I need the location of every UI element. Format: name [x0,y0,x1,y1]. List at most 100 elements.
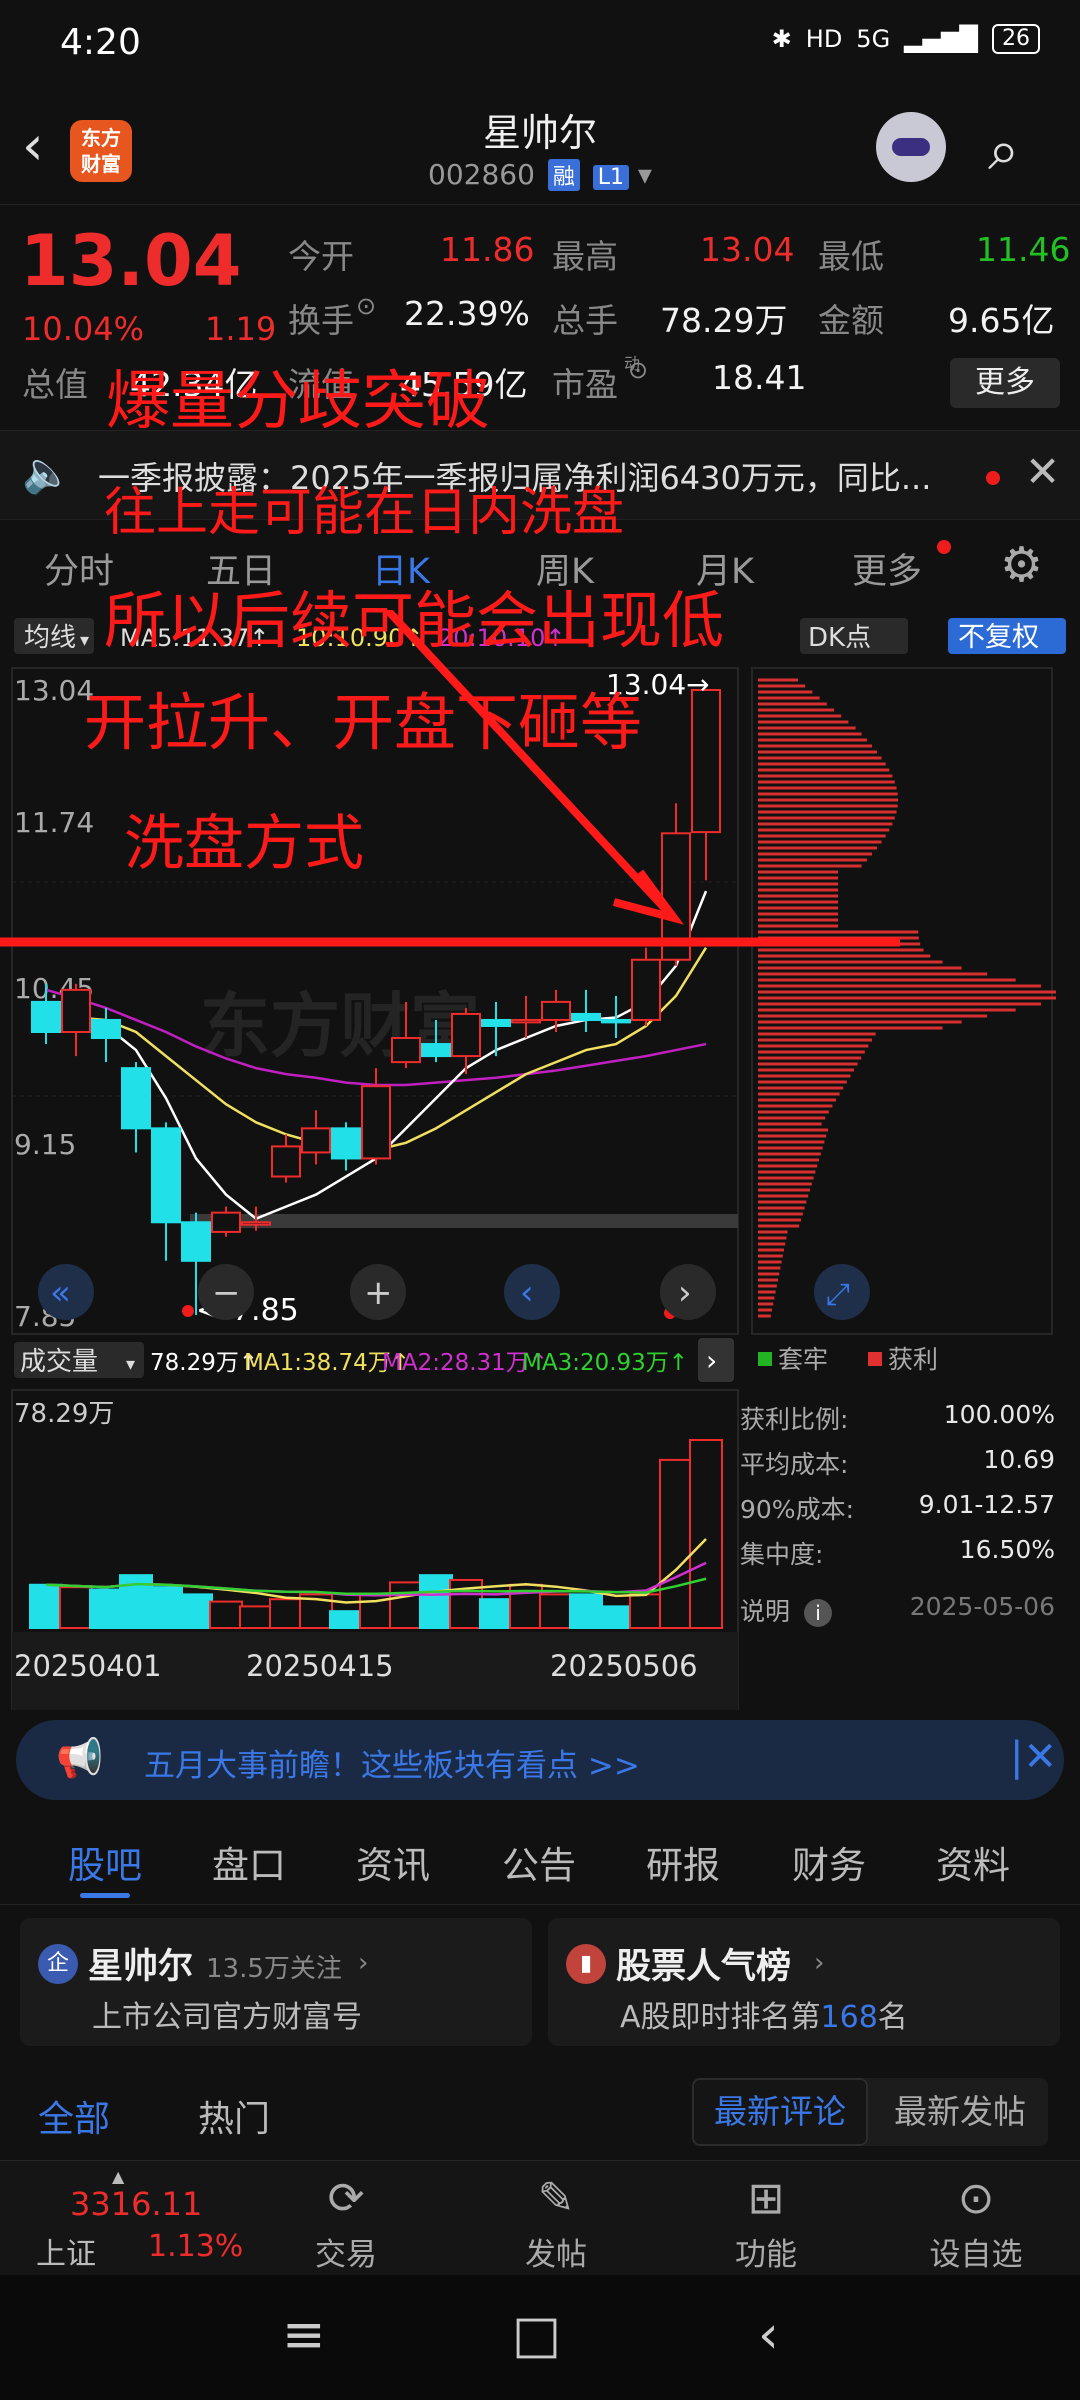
search-icon[interactable]: ⌕ [988,118,1019,184]
candle [481,1018,511,1027]
menu-icon[interactable]: ≡ [282,2305,326,2365]
close-icon[interactable]: |✕ [1010,1734,1057,1780]
filter-all[interactable]: 全部 [38,2090,110,2142]
tab-research[interactable]: 研报 [646,1835,720,1889]
zoom-out-button[interactable]: − [198,1264,254,1320]
ma-indicator-select[interactable]: 均线 [24,623,76,653]
notice-bar[interactable]: 🔈 一季报披露：2025年一季报归属净利润6430万元，同比... ✕ [0,430,1080,520]
index-value[interactable]: 3316.11 [70,2185,202,2223]
tab-forum[interactable]: 股吧 [68,1835,142,1889]
volume-value-label: 78.29万↑ [150,1350,258,1376]
popularity-card[interactable]: ▮ 股票人气榜 › A股即时排名第168名 [548,1918,1060,2046]
candle [91,1018,121,1040]
candle [331,1127,361,1160]
volume-bar [539,1593,573,1630]
info-icon[interactable]: ⊙ [356,292,376,320]
candle [391,1037,421,1064]
sort-latest-comment[interactable]: 最新评论 [692,2078,868,2146]
volume-ma3: MA3:20.93万↑ [522,1350,688,1376]
tab-weekly-k[interactable]: 周K [536,543,594,594]
index-name[interactable]: 上证 [36,2229,96,2273]
stock-header: ‹ 东方 财富 星帅尔 002860 融 L1 ▾ ⌕ [0,90,1080,205]
more-icon: ⊙ [957,2173,995,2224]
date-tick-3: 20250506 [550,1649,698,1683]
volume-bar [569,1593,603,1630]
chevron-right-icon: › [358,1948,369,1978]
active-tab-indicator [80,1893,130,1898]
pe-value: 18.41 [712,358,807,397]
dropdown-icon[interactable]: ▾ [638,158,652,191]
info-icon[interactable]: i [803,1599,832,1627]
candle [451,1012,481,1058]
scroll-right-button[interactable]: › [660,1264,716,1320]
volume-bar [179,1593,213,1630]
tab-more-dot [937,540,951,554]
svg-text:⤢: ⤢ [826,1277,850,1312]
candle [511,1018,541,1024]
close-icon[interactable]: ✕ [1025,447,1060,496]
expand-icon[interactable]: ⤢ [814,1264,870,1320]
pe-sup: 动 [624,354,641,373]
ma5-label: MA5:11.37↑ [120,624,269,652]
promo-text[interactable]: 五月大事前瞻！这些板块有看点 >> [144,1740,640,1785]
tab-five-day[interactable]: 五日 [206,543,276,594]
date-tick-2: 20250415 [246,1649,394,1683]
dk-select[interactable]: DK点 [808,623,871,653]
caret-up-icon: ▲ [112,2167,125,2186]
low-dot [182,1305,194,1317]
restore-button[interactable]: 不复权 [958,622,1039,653]
tab-announcements[interactable]: 公告 [502,1835,576,1889]
zoom-in-button[interactable]: + [350,1264,406,1320]
pe-label: 市盈 [552,365,618,404]
home-icon[interactable]: □ [512,2305,561,2365]
speaker-icon: 🔈 [22,450,72,496]
volume-bar [689,1439,723,1629]
tab-orderbook[interactable]: 盘口 [212,1835,286,1889]
support-band [190,1214,738,1228]
chart-tabs: 分时 五日 日K 周K 月K 更多 ⚙ [0,525,1080,605]
scroll-left-fast-button[interactable]: « [38,1264,94,1320]
amount-label: 金额 [818,301,884,340]
trade-icon: ⟳ [327,2173,365,2224]
scroll-left-button[interactable]: ‹ [504,1264,560,1320]
gear-icon[interactable]: ⚙ [1000,537,1043,593]
system-navigation: ≡ □ ‹ [0,2275,1080,2400]
volume-indicator-select[interactable]: 成交量 [20,1347,98,1377]
change-percent: 10.04% [22,310,145,348]
distribution-date: 2025-05-06 [909,1592,1055,1621]
notice-dot [986,471,1000,485]
company-account-card[interactable]: 企 星帅尔 13.5万关注 › 上市公司官方财富号 [20,1918,532,2046]
nav-trade[interactable]: ⟳ 交易 [276,2173,416,2274]
volume-bar [659,1458,693,1629]
tab-more[interactable]: 更多 [852,543,922,594]
content-tabs: 股吧 盘口 资讯 公告 研报 财务 资料 [0,1815,1080,1905]
svg-text:+: + [364,1273,393,1313]
open-value: 11.86 [440,230,535,269]
ma20-label: 20:10.10↑ [438,624,565,652]
candle [541,1000,571,1021]
tab-profile[interactable]: 资料 [936,1835,1010,1889]
nav-functions[interactable]: ⊞ 功能 [696,2173,836,2274]
sort-latest-post[interactable]: 最新发帖 [872,2078,1048,2146]
nav-post[interactable]: ✎ 发帖 [486,2173,626,2274]
amount-value: 9.65亿 [948,301,1055,340]
tab-financials[interactable]: 财务 [792,1835,866,1889]
tab-intraday[interactable]: 分时 [44,543,114,594]
popularity-card-desc: A股即时排名第168名 [620,2000,908,2035]
nav-add-watchlist[interactable]: ⊙ 设自选 [906,2173,1046,2274]
candle [421,1043,451,1058]
more-button[interactable]: 更多 [950,358,1060,408]
candle [691,689,721,834]
filter-hot[interactable]: 热门 [198,2090,270,2142]
tab-daily-k[interactable]: 日K [372,543,430,594]
robot-assistant-icon[interactable] [876,112,946,182]
notice-text[interactable]: 一季报披露：2025年一季报归属净利润6430万元，同比... [98,453,931,499]
stat-row: 平均成本: 10.69 [740,1445,1055,1479]
float-value: 45.59亿 [400,365,528,404]
tab-news[interactable]: 资讯 [356,1835,430,1889]
note-label[interactable]: 说明 [740,1597,790,1626]
tab-monthly-k[interactable]: 月K [696,543,754,594]
index-change[interactable]: 1.13% [148,2229,243,2264]
back-nav-icon[interactable]: ‹ [758,2305,779,2365]
promo-banner[interactable]: 📢 五月大事前瞻！这些板块有看点 >> |✕ [16,1720,1064,1800]
